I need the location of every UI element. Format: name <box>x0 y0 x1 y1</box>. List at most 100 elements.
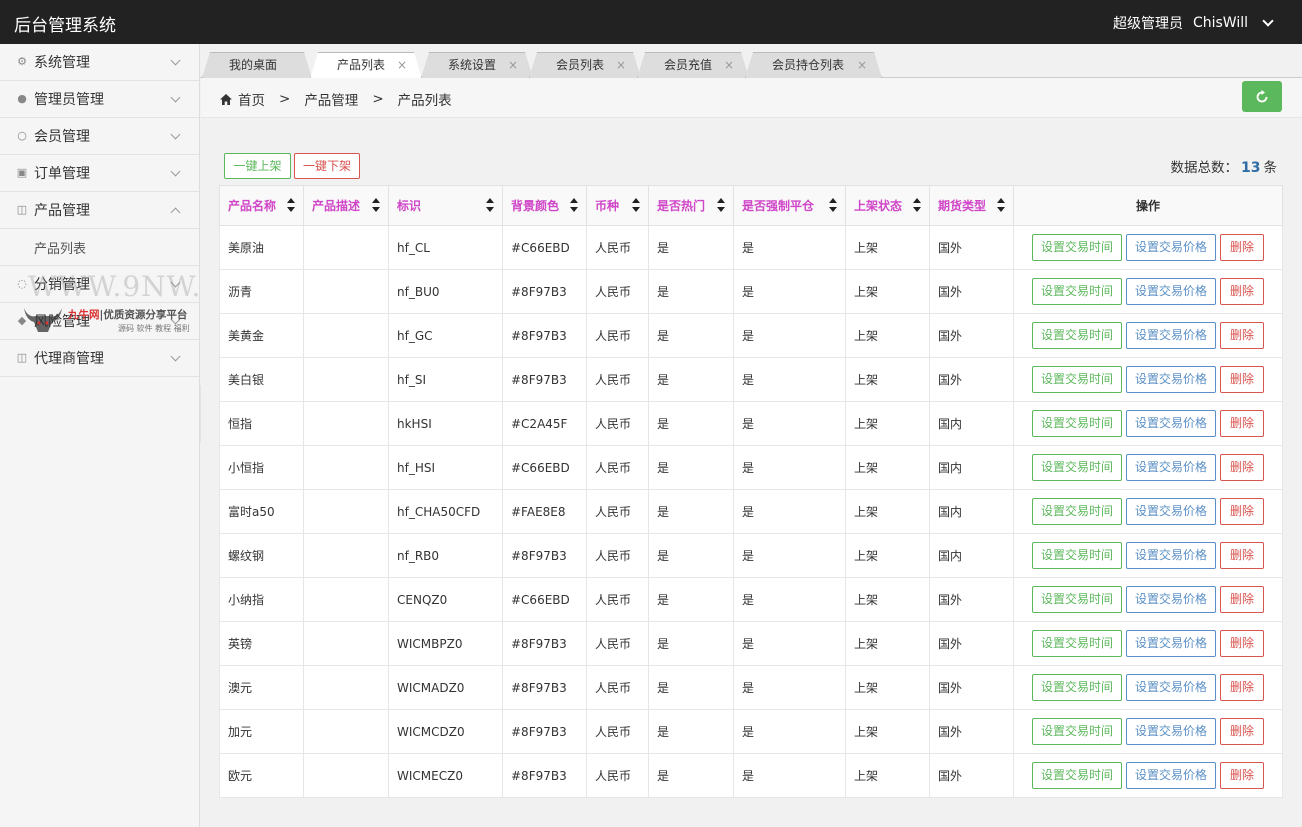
close-icon[interactable]: × <box>508 53 518 78</box>
set-trade-time-button[interactable]: 设置交易时间 <box>1031 278 1122 305</box>
col-header-status[interactable]: 上架状态 <box>845 185 930 226</box>
delete-button[interactable]: 删除 <box>1220 454 1265 481</box>
set-trade-price-button[interactable]: 设置交易价格 <box>1125 366 1216 393</box>
close-icon[interactable]: × <box>397 53 407 78</box>
table-row: 美白银 hf_SI #8F97B3 人民币是是上架 国外 设置交易时间 设置交易价格 删除 <box>219 357 1283 402</box>
unpublish-all-button[interactable]: 一键下架 <box>294 153 360 179</box>
set-trade-time-button[interactable]: 设置交易时间 <box>1031 322 1122 349</box>
table-row: 螺纹钢 nf_RB0 #8F97B3 人民币是是上架 国内 设置交易时间 设置交易价格 删除 <box>219 533 1283 578</box>
set-trade-price-button[interactable]: 设置交易价格 <box>1125 498 1216 525</box>
tab-desktop[interactable]: 我的桌面 <box>202 52 312 78</box>
tab-member-recharge[interactable]: 会员充值 × <box>637 52 749 78</box>
set-trade-time-button[interactable]: 设置交易时间 <box>1031 410 1122 437</box>
col-header-futures-type[interactable]: 期货类型 <box>929 185 1014 226</box>
sort-icon[interactable] <box>287 198 295 214</box>
home-icon <box>220 93 232 105</box>
sort-icon[interactable] <box>486 198 494 214</box>
tab-member-list[interactable]: 会员列表 × <box>529 52 641 78</box>
col-header-currency[interactable]: 币种 <box>586 185 649 226</box>
tab-product-list[interactable]: 产品列表 × <box>310 52 422 79</box>
delete-button[interactable]: 删除 <box>1220 630 1265 657</box>
set-trade-price-button[interactable]: 设置交易价格 <box>1125 674 1216 701</box>
tab-member-positions[interactable]: 会员持仓列表 × <box>745 52 882 78</box>
delete-button[interactable]: 删除 <box>1220 498 1265 525</box>
sidebar-item-label: 订单管理 <box>34 166 90 182</box>
cell-desc <box>303 445 389 490</box>
close-icon[interactable]: × <box>857 53 867 78</box>
cell-name: 小纳指 <box>219 577 304 622</box>
set-trade-time-button[interactable]: 设置交易时间 <box>1031 718 1122 745</box>
set-trade-price-button[interactable]: 设置交易价格 <box>1125 586 1216 613</box>
set-trade-time-button[interactable]: 设置交易时间 <box>1031 542 1122 569</box>
delete-button[interactable]: 删除 <box>1220 762 1265 789</box>
close-icon[interactable]: × <box>616 53 626 78</box>
sidebar-item-members[interactable]: ○ 会员管理 <box>0 118 199 155</box>
sort-icon[interactable] <box>717 198 725 214</box>
set-trade-time-button[interactable]: 设置交易时间 <box>1031 498 1122 525</box>
set-trade-price-button[interactable]: 设置交易价格 <box>1125 542 1216 569</box>
set-trade-price-button[interactable]: 设置交易价格 <box>1125 762 1216 789</box>
col-header-bgcolor[interactable]: 背景颜色 <box>502 185 587 226</box>
delete-button[interactable]: 删除 <box>1220 410 1265 437</box>
sidebar-item-distribution[interactable]: ◌ 分销管理 <box>0 266 199 303</box>
set-trade-time-button[interactable]: 设置交易时间 <box>1031 454 1122 481</box>
table-row: 美原油 hf_CL #C66EBD 人民币是是上架 国外 设置交易时间 设置交易价格 删除 <box>219 225 1283 270</box>
set-trade-price-button[interactable]: 设置交易价格 <box>1125 278 1216 305</box>
set-trade-price-button[interactable]: 设置交易价格 <box>1125 454 1216 481</box>
delete-button[interactable]: 删除 <box>1220 322 1265 349</box>
tab-label: 会员列表 <box>556 58 605 72</box>
set-trade-price-button[interactable]: 设置交易价格 <box>1125 234 1216 261</box>
sidebar-subitem-product-list[interactable]: 产品列表 <box>0 229 199 266</box>
delete-button[interactable]: 删除 <box>1220 542 1265 569</box>
col-header-code[interactable]: 标识 <box>388 185 503 226</box>
sort-icon[interactable] <box>913 198 921 214</box>
set-trade-price-button[interactable]: 设置交易价格 <box>1125 718 1216 745</box>
set-trade-time-button[interactable]: 设置交易时间 <box>1031 674 1122 701</box>
delete-button[interactable]: 删除 <box>1220 586 1265 613</box>
cell-name: 澳元 <box>219 665 304 710</box>
cell-desc <box>303 225 389 270</box>
delete-button[interactable]: 删除 <box>1220 234 1265 261</box>
sort-icon[interactable] <box>829 198 837 214</box>
set-trade-time-button[interactable]: 设置交易时间 <box>1031 762 1122 789</box>
sort-icon[interactable] <box>997 198 1005 214</box>
sort-icon[interactable] <box>632 198 640 214</box>
set-trade-price-button[interactable]: 设置交易价格 <box>1125 630 1216 657</box>
col-header-desc[interactable]: 产品描述 <box>303 185 389 226</box>
user-icon: ● <box>17 92 27 105</box>
delete-button[interactable]: 删除 <box>1220 718 1265 745</box>
user-menu[interactable]: 超级管理员 ChisWill <box>1113 13 1274 33</box>
breadcrumb-level1[interactable]: 产品管理 <box>304 89 358 109</box>
set-trade-time-button[interactable]: 设置交易时间 <box>1031 234 1122 261</box>
sidebar-item-system[interactable]: ⚙ 系统管理 <box>0 44 199 81</box>
set-trade-time-button[interactable]: 设置交易时间 <box>1031 630 1122 657</box>
delete-button[interactable]: 删除 <box>1220 674 1265 701</box>
col-header-name[interactable]: 产品名称 <box>219 185 304 226</box>
set-trade-price-button[interactable]: 设置交易价格 <box>1125 410 1216 437</box>
cell-forced-close: 是 <box>733 269 846 314</box>
sidebar-item-risk[interactable]: ◆ 风险管理 <box>0 303 199 340</box>
cell-futures-type: 国外 <box>929 269 1014 314</box>
set-trade-price-button[interactable]: 设置交易价格 <box>1125 322 1216 349</box>
cell-status: 上架 <box>845 533 930 578</box>
sort-icon[interactable] <box>570 198 578 214</box>
sidebar-item-agents[interactable]: ◫ 代理商管理 <box>0 340 199 377</box>
close-icon[interactable]: × <box>724 53 734 78</box>
sidebar-item-orders[interactable]: ▣ 订单管理 <box>0 155 199 192</box>
sort-icon[interactable] <box>372 198 380 214</box>
refresh-button[interactable] <box>1242 81 1282 112</box>
total-unit: 条 <box>1263 160 1278 176</box>
breadcrumb-home[interactable]: 首页 <box>238 89 265 109</box>
cell-actions: 设置交易时间 设置交易价格 删除 <box>1013 665 1283 710</box>
set-trade-time-button[interactable]: 设置交易时间 <box>1031 366 1122 393</box>
publish-all-button[interactable]: 一键上架 <box>224 153 291 179</box>
delete-button[interactable]: 删除 <box>1220 366 1265 393</box>
cell-name: 美黄金 <box>219 313 304 358</box>
col-header-hot[interactable]: 是否热门 <box>648 185 734 226</box>
sidebar-item-admins[interactable]: ● 管理员管理 <box>0 81 199 118</box>
delete-button[interactable]: 删除 <box>1220 278 1265 305</box>
tab-system-settings[interactable]: 系统设置 × <box>421 52 533 78</box>
col-header-forced-close[interactable]: 是否强制平仓 <box>733 185 846 226</box>
set-trade-time-button[interactable]: 设置交易时间 <box>1031 586 1122 613</box>
sidebar-item-products[interactable]: ◫ 产品管理 <box>0 192 199 229</box>
